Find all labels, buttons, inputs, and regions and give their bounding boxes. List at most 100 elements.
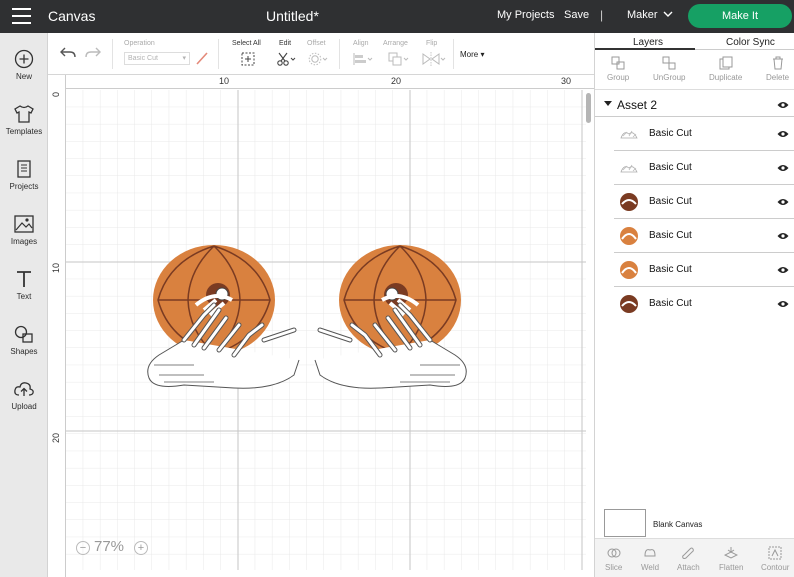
my-projects-link[interactable]: My Projects (497, 9, 554, 21)
layer-thumbnail-pumpkin-icon (620, 295, 638, 313)
nav-upload-label: Upload (11, 402, 37, 411)
design-canvas[interactable]: 10 20 30 0 10 20 − 77% + (48, 75, 594, 577)
ungroup-label: UnGroup (653, 73, 686, 82)
layer-name: Basic Cut (649, 162, 692, 173)
chevron-down-icon[interactable] (662, 8, 674, 20)
layer-row[interactable]: Basic Cut (614, 151, 794, 185)
group-icon (611, 56, 625, 70)
ungroup-icon (662, 56, 676, 70)
offset-icon[interactable] (308, 52, 328, 66)
scissors-icon[interactable] (276, 52, 296, 66)
save-button[interactable]: Save (564, 9, 589, 21)
blank-canvas-swatch[interactable] (604, 509, 646, 537)
weld-label: Weld (641, 563, 660, 572)
group-button[interactable]: Group (607, 56, 629, 82)
weld-icon (644, 549, 656, 557)
ruler-top-label: 20 (391, 76, 402, 86)
layer-name: Basic Cut (649, 230, 692, 241)
contour-label: Contour (761, 563, 790, 572)
layer-row[interactable]: Basic Cut (614, 117, 794, 151)
offset-label: Offset (307, 40, 326, 47)
attach-label: Attach (677, 563, 700, 572)
plus-circle-icon (14, 49, 34, 69)
operation-value: Basic Cut (128, 55, 158, 62)
nav-upload[interactable]: Upload (0, 379, 48, 411)
document-title[interactable]: Untitled* (266, 8, 319, 24)
zoom-in-button[interactable]: + (134, 541, 148, 555)
ruler-top: 10 20 30 (48, 75, 594, 89)
edit-toolbar: Operation Basic Cut ▾ Select All Edit Off… (48, 33, 594, 75)
flip-icon[interactable] (422, 52, 446, 66)
app-title: Canvas (48, 8, 96, 24)
pen-color-icon[interactable] (196, 52, 208, 65)
layer-row[interactable]: Basic Cut (614, 287, 794, 321)
layer-group-row[interactable]: Asset 2 (595, 93, 794, 117)
layer-name: Basic Cut (649, 264, 692, 275)
eye-icon[interactable] (777, 130, 789, 138)
nav-text-label: Text (16, 292, 32, 301)
tab-layers[interactable]: Layers (633, 37, 663, 48)
layer-row[interactable]: Basic Cut (614, 219, 794, 253)
contour-button[interactable]: Contour (761, 546, 789, 572)
more-menu[interactable]: More ▾ (460, 50, 484, 59)
nav-templates[interactable]: Templates (0, 104, 48, 136)
tshirt-icon (14, 105, 34, 123)
nav-shapes[interactable]: Shapes (0, 324, 48, 356)
delete-label: Delete (766, 73, 790, 82)
pumpkin-skeleton-hands-right[interactable] (310, 230, 470, 405)
nav-text[interactable]: Text (0, 269, 48, 301)
ruler-left-label: 0 (51, 91, 61, 97)
align-icon[interactable] (352, 52, 374, 66)
eye-icon[interactable] (777, 266, 789, 274)
attach-button[interactable]: Attach (677, 546, 700, 572)
toolbar-divider (218, 39, 219, 69)
operation-label: Operation (124, 40, 155, 47)
layer-name: Basic Cut (649, 196, 692, 207)
nav-projects[interactable]: Projects (0, 159, 48, 191)
more-label: More (460, 50, 479, 59)
eye-icon[interactable] (777, 198, 789, 206)
nav-images[interactable]: Images (0, 214, 48, 246)
layer-name: Basic Cut (649, 298, 692, 309)
nav-shapes-label: Shapes (10, 347, 38, 356)
caret-down-icon[interactable] (604, 101, 612, 106)
zoom-out-button[interactable]: − (76, 541, 90, 555)
layer-row[interactable]: Basic Cut (614, 253, 794, 287)
weld-button[interactable]: Weld (641, 546, 659, 572)
pumpkin-skeleton-hands-left[interactable] (144, 230, 304, 405)
machine-selector[interactable]: Maker (627, 9, 658, 21)
arrange-icon[interactable] (388, 52, 410, 66)
redo-icon[interactable] (85, 45, 101, 59)
layer-thumbnail-hands-icon (620, 130, 638, 139)
arrange-label: Arrange (383, 40, 408, 47)
eye-icon[interactable] (777, 300, 789, 308)
make-it-button[interactable]: Make It (688, 4, 792, 28)
slice-button[interactable]: Slice (605, 546, 622, 572)
toolbar-divider (339, 39, 340, 69)
undo-icon[interactable] (60, 45, 76, 59)
flatten-button[interactable]: Flatten (719, 546, 743, 572)
delete-button[interactable]: Delete (766, 56, 789, 82)
group-name: Asset 2 (617, 98, 658, 112)
layer-row[interactable]: Basic Cut (614, 185, 794, 219)
ungroup-button[interactable]: UnGroup (653, 56, 685, 82)
eye-icon[interactable] (777, 232, 789, 240)
hamburger-menu-icon[interactable] (12, 8, 31, 24)
vertical-scrollbar[interactable] (586, 93, 591, 123)
nav-new[interactable]: New (0, 49, 48, 81)
layer-thumbnail-pumpkin-icon (620, 227, 638, 245)
ruler-left-label: 20 (51, 432, 61, 443)
ruler-left: 0 10 20 (48, 75, 66, 577)
eye-icon[interactable] (777, 101, 789, 109)
ruler-top-label: 30 (561, 76, 572, 86)
edit-label: Edit (279, 40, 292, 47)
tab-color-sync[interactable]: Color Sync (726, 37, 775, 48)
eye-icon[interactable] (777, 164, 789, 172)
ruler-top-label: 10 (219, 76, 230, 86)
header-separator: | (600, 8, 604, 22)
operation-select[interactable]: Basic Cut ▾ (124, 52, 190, 65)
layer-thumbnail-hands-icon (620, 164, 638, 173)
trash-icon (772, 56, 783, 70)
duplicate-button[interactable]: Duplicate (709, 56, 742, 82)
select-all-icon[interactable] (241, 52, 255, 66)
